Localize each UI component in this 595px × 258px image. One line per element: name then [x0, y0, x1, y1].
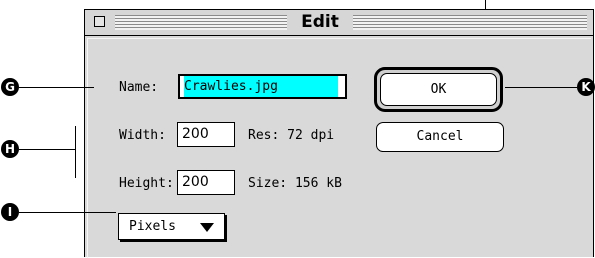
callout-i-leader — [19, 212, 116, 213]
callout-h: H — [1, 140, 19, 158]
dialog-titlebar[interactable]: Edit — [85, 10, 593, 36]
callout-k: K — [577, 78, 595, 96]
name-field[interactable]: Crawlies.jpg — [178, 74, 347, 99]
callout-i: I — [1, 203, 19, 221]
callout-g-leader — [19, 87, 94, 88]
width-field[interactable]: 200 — [177, 122, 235, 147]
cancel-button[interactable]: Cancel — [376, 122, 504, 152]
units-popup[interactable]: Pixels — [118, 213, 225, 240]
callout-k-leader — [505, 87, 577, 88]
titlebar-stripes-right — [353, 15, 587, 30]
pointer-line-top — [485, 0, 486, 9]
triangle-down-icon — [200, 223, 214, 232]
width-label: Width: — [119, 128, 166, 143]
ok-button[interactable]: OK — [374, 67, 503, 112]
ok-button-label: OK — [380, 73, 497, 106]
height-label: Height: — [119, 176, 174, 191]
titlebar-stripes-left — [115, 15, 287, 30]
edit-dialog: Edit Name: Crawlies.jpg Width: 200 Res: … — [84, 9, 594, 258]
units-popup-value: Pixels — [129, 219, 176, 234]
screenshot-canvas: Edit Name: Crawlies.jpg Width: 200 Res: … — [0, 0, 595, 258]
dialog-title: Edit — [301, 12, 339, 32]
callout-g: G — [1, 78, 19, 96]
height-field[interactable]: 200 — [177, 170, 235, 195]
close-box-icon[interactable] — [94, 16, 105, 27]
callout-h-bracket — [75, 126, 76, 178]
name-label: Name: — [119, 80, 159, 95]
callout-h-leader — [19, 149, 75, 150]
name-field-value: Crawlies.jpg — [184, 76, 338, 97]
size-text: Size: 156 kB — [248, 176, 342, 191]
resolution-text: Res: 72 dpi — [248, 128, 335, 143]
